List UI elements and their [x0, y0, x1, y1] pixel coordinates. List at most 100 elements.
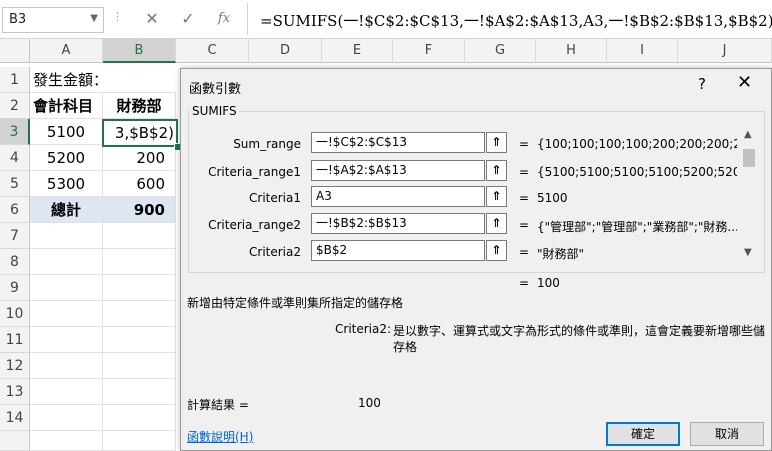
ok-button[interactable]: 確定 [606, 422, 680, 446]
arg-result-criteria1: 5100 [537, 191, 568, 205]
arg-input-sum-range[interactable]: 一!$C$2:$C$13 [311, 132, 485, 153]
row-header-1[interactable]: 1 [0, 67, 30, 93]
collapse-dialog-icon[interactable]: ⇑ [486, 240, 507, 261]
cell-b10[interactable] [103, 301, 176, 327]
cell-a13[interactable] [30, 379, 103, 405]
row-header-8[interactable]: 8 [0, 249, 30, 275]
row-header-6[interactable]: 6 [0, 197, 30, 223]
arg-input-criteria2[interactable]: $B$2 [311, 240, 485, 261]
cell-b15[interactable] [103, 431, 176, 451]
formula-bar-grip-icon: ⋮ [112, 10, 123, 23]
arg-help-text-line1: 是以數字、運算式或文字為形式的條件或準則，這會定義要新增哪些儲 [393, 324, 766, 338]
arg-help-text-line2: 存格 [393, 340, 418, 354]
arg-label-criteria-range1: Criteria_range1 [208, 165, 301, 179]
cell-b9[interactable] [103, 275, 176, 301]
cancel-icon[interactable]: ✕ [138, 8, 166, 30]
cell-a3[interactable]: 5100 [30, 119, 103, 145]
column-header-f[interactable]: F [393, 39, 465, 63]
cell-a8[interactable] [30, 249, 103, 275]
cell-b13[interactable] [103, 379, 176, 405]
cell-b11[interactable] [103, 327, 176, 353]
cell-a2[interactable]: 會計科目 [30, 93, 103, 119]
arg-result-sum-range: {100;100;100;100;200;200;200;200; [537, 137, 737, 151]
column-header-i[interactable]: I [607, 39, 678, 63]
dialog-title: 函數引數 [189, 82, 242, 97]
row-header-7[interactable]: 7 [0, 223, 30, 249]
column-header-a[interactable]: A [30, 39, 103, 63]
equals-sign: = [519, 191, 530, 205]
cell-b2[interactable]: 財務部 [103, 93, 176, 119]
row-header-11[interactable]: 11 [0, 327, 30, 353]
column-header-e[interactable]: E [322, 39, 393, 63]
arg-label-criteria-range2: Criteria_range2 [208, 218, 301, 232]
cell-a11[interactable] [30, 327, 103, 353]
name-box-value: B3 [9, 12, 27, 27]
row-header-10[interactable]: 10 [0, 301, 30, 327]
cell-a14[interactable] [30, 405, 103, 431]
formula-text: =SUMIFS(一!$C$2:$C$13,一!$A$2:$A$13,A3,一!$… [260, 12, 772, 30]
column-header-g[interactable]: G [465, 39, 536, 63]
insert-function-icon[interactable]: fx [210, 8, 238, 30]
cell-a15[interactable] [30, 431, 103, 451]
row-header-12[interactable]: 12 [0, 353, 30, 379]
name-box[interactable]: B3 ▼ [2, 7, 104, 33]
collapse-dialog-icon[interactable]: ⇑ [486, 160, 507, 181]
row-header-13[interactable]: 13 [0, 379, 30, 405]
row-header-3[interactable]: 3 [0, 119, 30, 145]
row-header-4[interactable]: 4 [0, 145, 30, 171]
close-icon[interactable]: ✕ [737, 72, 752, 93]
arg-label-criteria2: Criteria2 [249, 245, 301, 259]
arg-input-criteria1[interactable]: A3 [311, 186, 485, 207]
cancel-button[interactable]: 取消 [690, 422, 764, 446]
collapse-dialog-icon[interactable]: ⇑ [486, 132, 507, 153]
equals-sign: = [519, 137, 530, 151]
collapse-dialog-icon[interactable]: ⇑ [486, 213, 507, 234]
cell-b14[interactable] [103, 405, 176, 431]
cell-a7[interactable] [30, 223, 103, 249]
cell-a12[interactable] [30, 353, 103, 379]
cell-a4[interactable]: 5200 [30, 145, 103, 171]
row-header-9[interactable]: 9 [0, 275, 30, 301]
row-header-5[interactable]: 5 [0, 171, 30, 197]
function-help-link[interactable]: 函數說明(H) [187, 428, 253, 445]
select-all-corner[interactable] [0, 39, 30, 63]
row-header-2[interactable]: 2 [0, 93, 30, 119]
column-header-d[interactable]: D [249, 39, 322, 63]
collapse-dialog-icon[interactable]: ⇑ [486, 186, 507, 207]
chevron-down-icon[interactable]: ▼ [90, 13, 98, 24]
cell-a6[interactable]: 總計 [30, 197, 103, 223]
column-header-h[interactable]: H [536, 39, 607, 63]
equals-sign: = [519, 245, 530, 259]
formula-bar: B3 ▼ ⋮ ✕ ✓ fx =SUMIFS(一!$C$2:$C$13,一!$A$… [0, 0, 772, 39]
cell-a10[interactable] [30, 301, 103, 327]
arg-result-criteria-range2: {"管理部";"管理部";"業務部";"財務... [537, 220, 737, 234]
arg-label-sum-range: Sum_range [233, 137, 301, 151]
function-arguments-dialog: 函數引數 ? ✕ SUMIFS Sum_range 一!$C$2:$C$13 ⇑… [180, 68, 772, 451]
column-header-b[interactable]: B [103, 39, 176, 63]
scroll-thumb[interactable] [743, 149, 755, 167]
arg-input-criteria-range2[interactable]: 一!$B$2:$B$13 [311, 213, 485, 234]
equals-sign: = [519, 165, 530, 179]
arguments-scrollbar[interactable]: ▲ ▼ [741, 129, 757, 265]
help-icon[interactable]: ? [698, 75, 706, 93]
row-header-14[interactable]: 14 [0, 405, 30, 431]
column-header-j[interactable]: J [678, 39, 772, 63]
arg-input-criteria-range1[interactable]: 一!$A$2:$A$13 [311, 160, 485, 181]
cell-a9[interactable] [30, 275, 103, 301]
calc-result-value: 100 [358, 396, 381, 410]
arg-result-criteria2: "財務部" [537, 247, 585, 261]
cell-a1[interactable]: 發生金額： [30, 67, 176, 93]
formula-input[interactable]: =SUMIFS(一!$C$2:$C$13,一!$A$2:$A$13,A3,一!$… [247, 3, 772, 35]
cell-b12[interactable] [103, 353, 176, 379]
column-header-c[interactable]: C [176, 39, 249, 63]
arg-result-criteria-range1: {5100;5100;5100;5100;5200;520... [537, 165, 737, 179]
arg-help-label: Criteria2: [335, 322, 392, 336]
scroll-down-icon[interactable]: ▼ [744, 247, 752, 258]
scroll-up-icon[interactable]: ▲ [744, 129, 752, 140]
equals-sign: = [519, 276, 530, 290]
enter-icon[interactable]: ✓ [174, 8, 202, 30]
row-header-15[interactable] [0, 431, 30, 451]
function-description: 新增由特定條件或準則集所指定的儲存格 [187, 296, 404, 310]
arg-label-criteria1: Criteria1 [249, 191, 301, 205]
cell-a5[interactable]: 5300 [30, 171, 103, 197]
